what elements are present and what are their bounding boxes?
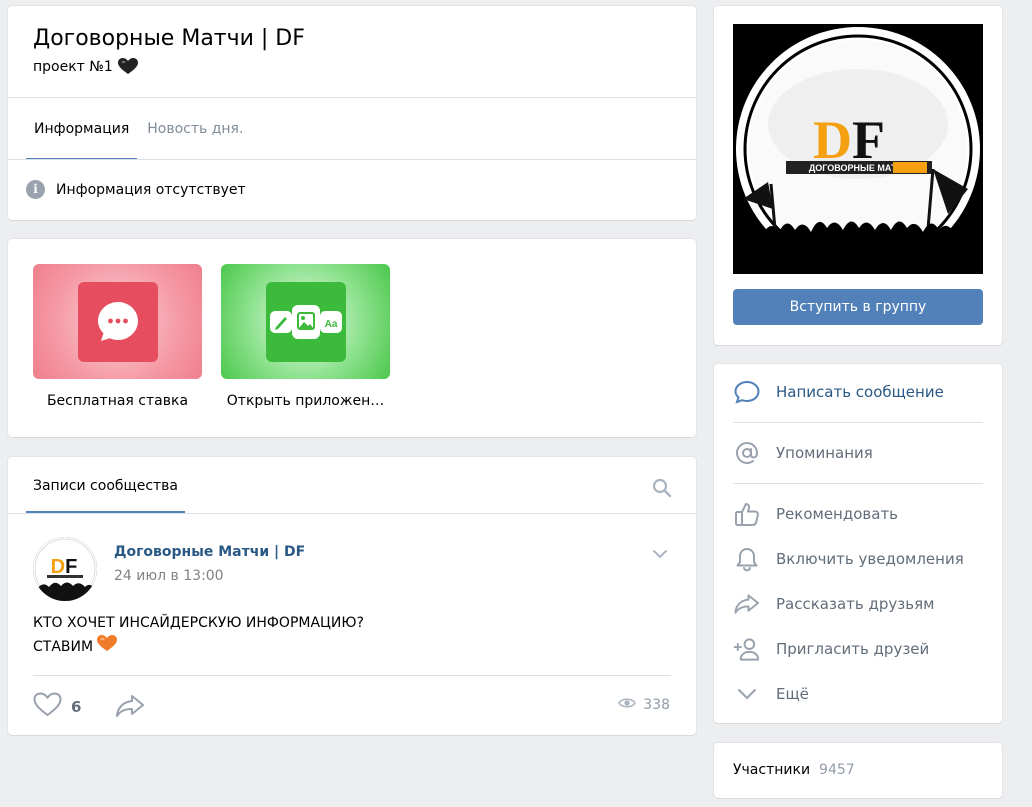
action-label: Ещё [776, 684, 809, 703]
at-icon [733, 439, 760, 466]
status-text: проект №1 [33, 58, 113, 75]
info-text: Информация отсутствует [56, 181, 246, 198]
post-text-line: КТО ХОЧЕТ ИНСАЙДЕРСКУЮ ИНФОРМАЦИЮ? [33, 615, 364, 631]
views-counter: 338 [618, 697, 670, 713]
members-header[interactable]: Участники 9457 [733, 762, 855, 778]
members-count: 9457 [819, 762, 855, 778]
action-label: Упоминания [776, 443, 873, 462]
share-icon[interactable] [114, 693, 146, 719]
eye-icon [618, 697, 637, 713]
like-button[interactable]: 6 [33, 692, 81, 721]
post-author-avatar[interactable]: DF [33, 537, 97, 601]
action-label: Пригласить друзей [776, 639, 930, 658]
svg-text:DF: DF [51, 556, 78, 578]
join-group-button[interactable]: Вступить в группу [733, 289, 983, 325]
members-label: Участники [733, 762, 811, 778]
app-open-application[interactable]: Aa Открыть приложен… [221, 264, 390, 409]
share-icon [733, 590, 760, 617]
group-avatar-image[interactable]: DF ДОГОВОРНЫЕ МАТЧИ [733, 24, 983, 274]
group-header-card: Договорные Матчи | DF проект №1 Информац… [8, 6, 696, 220]
bell-icon [733, 545, 760, 572]
send-message-action[interactable]: Написать сообщение [733, 378, 944, 405]
action-label: Написать сообщение [776, 382, 944, 401]
divider [8, 513, 696, 514]
thumbs-up-icon [733, 500, 760, 527]
info-row: i Информация отсутствует [26, 180, 246, 199]
app-tile[interactable] [33, 264, 202, 379]
views-count: 338 [643, 697, 670, 713]
divider [33, 675, 671, 676]
divider [733, 483, 983, 484]
heart-icon [33, 692, 62, 721]
app-label: Открыть приложен… [226, 393, 385, 409]
enable-notifications-action[interactable]: Включить уведомления [733, 545, 964, 572]
group-cover-card: DF ДОГОВОРНЫЕ МАТЧИ Вступить в группу [714, 6, 1002, 345]
action-label: Включить уведомления [776, 549, 964, 568]
tab-community-posts[interactable]: Записи сообщества [26, 457, 185, 513]
apps-card: Бесплатная ставка Aa Открыть приложен… [8, 239, 696, 437]
app-label: Бесплатная ставка [46, 393, 189, 409]
group-status: проект №1 [33, 58, 138, 75]
editor-tools-icon: Aa [265, 281, 346, 362]
like-count: 6 [71, 697, 82, 716]
orange-heart-icon [97, 635, 118, 660]
divider [8, 159, 696, 160]
post-text-line: СТАВИМ [33, 639, 94, 655]
post-author-link[interactable]: Договорные Матчи | DF [114, 544, 305, 560]
tell-friends-action[interactable]: Рассказать друзьям [733, 590, 934, 617]
action-label: Рассказать друзьям [776, 594, 935, 613]
tab-news-of-day[interactable]: Новость дня. [139, 98, 251, 160]
chevron-down-icon[interactable] [652, 545, 668, 559]
black-heart-icon [117, 58, 138, 75]
group-actions-card: Написать сообщение Упоминания Рекомендов… [714, 364, 1002, 723]
recommend-action[interactable]: Рекомендовать [733, 500, 898, 527]
invite-friends-action[interactable]: Пригласить друзей [733, 635, 929, 662]
chat-bubble-icon [77, 281, 158, 362]
info-icon: i [26, 180, 45, 199]
action-label: Рекомендовать [776, 504, 899, 523]
divider [733, 422, 983, 423]
info-tabs: Информация Новость дня. [26, 98, 253, 160]
add-user-icon [733, 635, 760, 662]
group-title: Договорные Матчи | DF [33, 26, 305, 51]
message-icon [733, 378, 760, 405]
more-actions[interactable]: Ещё [733, 680, 809, 707]
community-posts-card: Записи сообщества DF Договорные Матчи | … [8, 457, 696, 735]
app-free-bet[interactable]: Бесплатная ставка [33, 264, 202, 409]
search-icon[interactable] [652, 478, 672, 498]
mentions-action[interactable]: Упоминания [733, 439, 873, 466]
members-card: Участники 9457 [714, 743, 1002, 798]
tab-information[interactable]: Информация [26, 98, 138, 160]
chevron-down-icon [733, 680, 760, 707]
app-tile[interactable]: Aa [221, 264, 390, 379]
post-date[interactable]: 24 июл в 13:00 [114, 568, 224, 584]
svg-text:Aa: Aa [324, 319, 337, 330]
post-text: КТО ХОЧЕТ ИНСАЙДЕРСКУЮ ИНФОРМАЦИЮ? СТАВИ… [33, 612, 364, 660]
